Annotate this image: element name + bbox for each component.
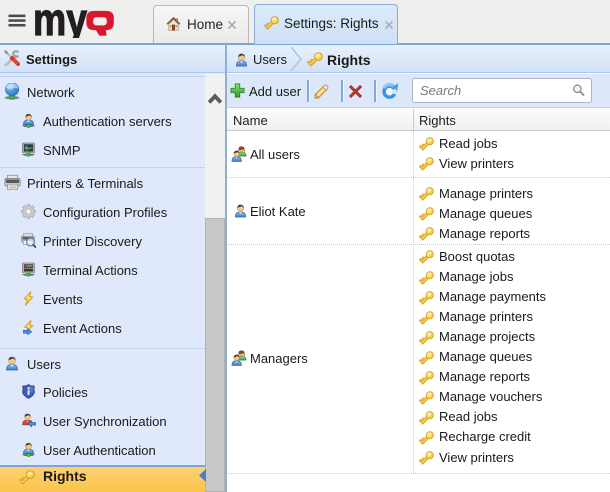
svg-text:my: my: [33, 5, 87, 38]
